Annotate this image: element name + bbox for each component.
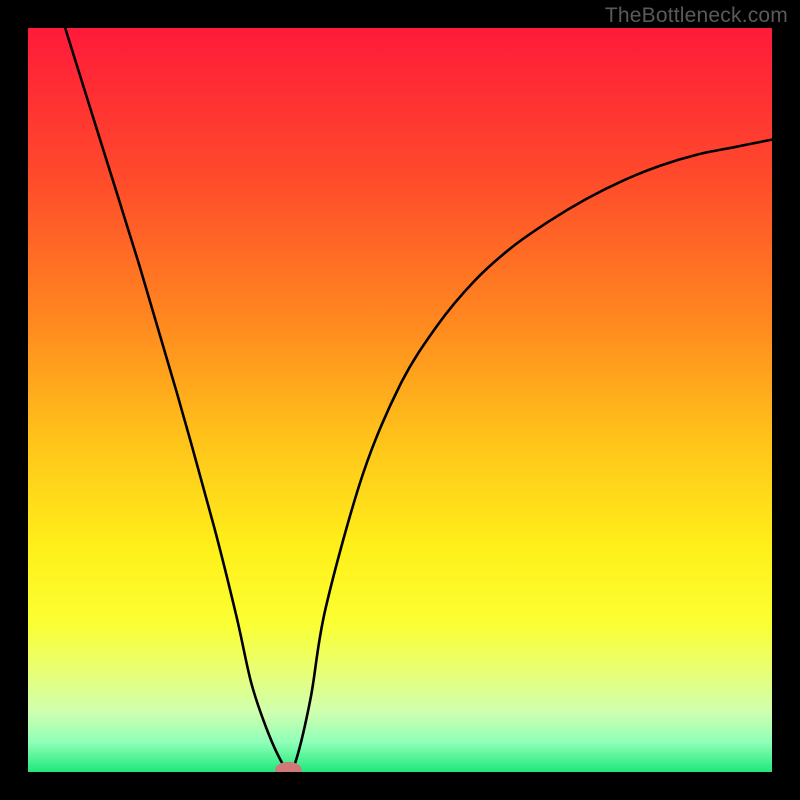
watermark-text: TheBottleneck.com — [605, 4, 788, 28]
gradient-background — [28, 28, 772, 772]
plot-area — [28, 28, 772, 772]
chart-svg — [28, 28, 772, 772]
chart-container: TheBottleneck.com — [0, 0, 800, 800]
